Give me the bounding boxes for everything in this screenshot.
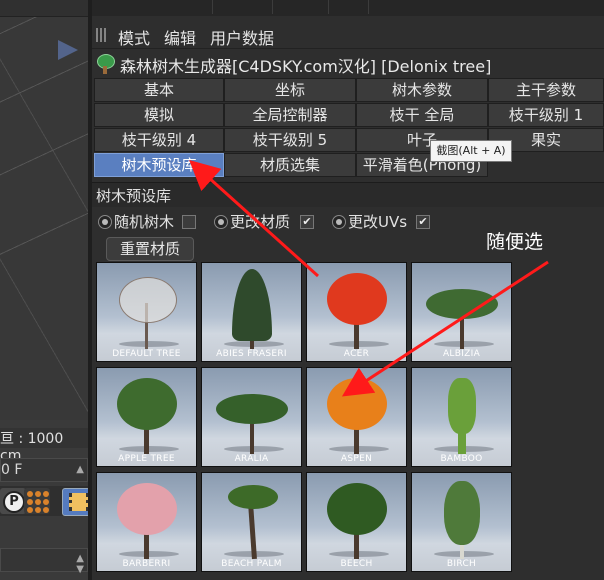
preset-bamboo[interactable]: BAMBOO bbox=[411, 367, 512, 467]
preset-label: DEFAULT TREE bbox=[112, 349, 181, 359]
preset-beech[interactable]: BEECH bbox=[306, 472, 407, 572]
tab-tree-params[interactable]: 树木参数 bbox=[356, 78, 488, 102]
preset-label: ARALIA bbox=[234, 454, 269, 464]
section-title: 树木预设库 bbox=[96, 187, 172, 205]
object-title-row: 森林树木生成器[C4DSKY.com汉化] [Delonix tree] bbox=[92, 52, 604, 76]
palm-icon bbox=[202, 473, 301, 571]
red-tree-icon bbox=[307, 263, 406, 361]
preset-label: APPLE TREE bbox=[118, 454, 175, 464]
change-uvs-radio[interactable] bbox=[332, 215, 346, 229]
object-title: 森林树木生成器[C4DSKY.com汉化] [Delonix tree] bbox=[120, 57, 492, 76]
viewport-topbar bbox=[0, 0, 88, 17]
preset-aspen[interactable]: ASPEN bbox=[306, 367, 407, 467]
preset-label: ALBIZIA bbox=[442, 349, 481, 359]
tab-basic[interactable]: 基本 bbox=[94, 78, 224, 102]
annotation-text: 随便选 bbox=[486, 231, 544, 253]
conifer-icon bbox=[202, 263, 301, 361]
bare-tree-icon bbox=[97, 263, 196, 361]
tree-crown bbox=[228, 485, 278, 509]
round-tree-icon bbox=[97, 368, 196, 466]
tab-tree-presets[interactable]: 树木预设库 bbox=[94, 153, 224, 177]
preset-abies-fraseri[interactable]: ABIES FRASERI bbox=[201, 262, 302, 362]
tab-material-selection[interactable]: 材质选集 bbox=[224, 153, 356, 177]
tab-branch-global[interactable]: 枝干 全局 bbox=[356, 103, 488, 127]
tree-crown bbox=[448, 378, 476, 434]
random-tree-checkbox[interactable] bbox=[182, 215, 196, 229]
random-tree-label: 随机树木 bbox=[114, 213, 175, 231]
tab-global-controller[interactable]: 全局控制器 bbox=[224, 103, 356, 127]
random-tree-radio[interactable] bbox=[98, 215, 112, 229]
menu-mode[interactable]: 模式 bbox=[118, 25, 150, 49]
change-material-checkbox[interactable]: ✔ bbox=[300, 215, 314, 229]
viewport-panel[interactable]: 亘 : 1000 cm 0 F ▲▼ P ▲▼ bbox=[0, 0, 88, 580]
birch-icon bbox=[412, 473, 511, 571]
preset-label: BARBERRI bbox=[122, 559, 171, 569]
preset-birch[interactable]: BIRCH bbox=[411, 472, 512, 572]
preset-albizia[interactable]: ALBIZIA bbox=[411, 262, 512, 362]
preset-label: ACER bbox=[343, 349, 370, 359]
grip-icon[interactable] bbox=[96, 28, 108, 42]
tree-crown bbox=[426, 289, 498, 319]
screenshot-tooltip: 截图(Alt + A) bbox=[430, 140, 512, 162]
tab-coordinates[interactable]: 坐标 bbox=[224, 78, 356, 102]
viewport-grid[interactable] bbox=[0, 0, 88, 420]
change-material-label: 更改材质 bbox=[230, 213, 291, 231]
change-material-radio[interactable] bbox=[214, 215, 228, 229]
frame-field[interactable]: 0 F ▲▼ bbox=[0, 458, 88, 497]
tree-crown bbox=[327, 483, 387, 535]
preset-label: ABIES FRASERI bbox=[216, 349, 287, 359]
tree-crown bbox=[327, 378, 387, 430]
bamboo-icon bbox=[412, 368, 511, 466]
attribute-manager: 模式 编辑 用户数据 森林树木生成器[C4DSKY.com汉化] [Deloni… bbox=[92, 0, 604, 580]
preset-label: BEACH PALM bbox=[221, 559, 282, 569]
tab-trunk-params[interactable]: 主干参数 bbox=[488, 78, 604, 102]
preset-thumbnails: DEFAULT TREE ABIES FRASERI ACER ALBIZIA APPL… bbox=[96, 262, 516, 580]
tab-branch-level-1[interactable]: 枝干级别 1 bbox=[488, 103, 604, 127]
bottom-select[interactable]: ▲ ▼ bbox=[0, 548, 88, 575]
tree-trunk bbox=[248, 502, 257, 560]
tab-branch-level-4[interactable]: 枝干级别 4 bbox=[94, 128, 224, 152]
tree-object-icon bbox=[96, 54, 115, 74]
orange-tree-icon bbox=[307, 368, 406, 466]
preset-default-tree[interactable]: DEFAULT TREE bbox=[96, 262, 197, 362]
change-uvs-checkbox[interactable]: ✔ bbox=[416, 215, 430, 229]
tree-crown bbox=[117, 378, 177, 430]
spread-tree-icon bbox=[412, 263, 511, 361]
preset-barberri[interactable]: BARBERRI bbox=[96, 472, 197, 572]
change-uvs-label: 更改UVs bbox=[348, 213, 408, 231]
preset-acer[interactable]: ACER bbox=[306, 262, 407, 362]
tree-crown bbox=[117, 483, 177, 535]
tree-crown bbox=[444, 481, 480, 545]
preset-label: BAMBOO bbox=[440, 454, 483, 464]
toolbar-row: P bbox=[0, 486, 88, 516]
stepper-arrows-icon[interactable]: ▲▼ bbox=[76, 553, 84, 575]
p-key-icon[interactable]: P bbox=[0, 488, 26, 514]
tab-branch-level-5[interactable]: 枝干级别 5 bbox=[224, 128, 356, 152]
preset-label: BIRCH bbox=[446, 559, 477, 569]
dots-grid-icon[interactable] bbox=[24, 488, 50, 514]
tree-crown bbox=[327, 273, 387, 325]
grid-distance-readout: 亘 : 1000 cm bbox=[0, 428, 88, 464]
pink-tree-icon bbox=[97, 473, 196, 571]
menu-bar: 模式 编辑 用户数据 bbox=[92, 24, 604, 49]
preset-label: BEECH bbox=[340, 559, 373, 569]
tree-crown bbox=[232, 269, 272, 341]
spread-tree-icon bbox=[202, 368, 301, 466]
preset-beach-palm[interactable]: BEACH PALM bbox=[201, 472, 302, 572]
preset-label: ASPEN bbox=[340, 454, 373, 464]
preset-aralia[interactable]: ARALIA bbox=[201, 367, 302, 467]
tree-crown bbox=[119, 277, 177, 323]
frame-value: 0 F bbox=[1, 462, 23, 478]
tab-simulation[interactable]: 模拟 bbox=[94, 103, 224, 127]
preset-apple-tree[interactable]: APPLE TREE bbox=[96, 367, 197, 467]
round-tree-icon bbox=[307, 473, 406, 571]
film-strip-icon[interactable] bbox=[62, 488, 88, 516]
panel-top-strip bbox=[92, 0, 604, 16]
menu-user-data[interactable]: 用户数据 bbox=[210, 25, 274, 49]
reset-material-button[interactable]: 重置材质 bbox=[106, 237, 194, 261]
section-header: 树木预设库 bbox=[92, 182, 604, 207]
axis-arrow-icon bbox=[58, 40, 78, 60]
tree-crown bbox=[216, 394, 288, 424]
menu-edit[interactable]: 编辑 bbox=[164, 25, 196, 49]
